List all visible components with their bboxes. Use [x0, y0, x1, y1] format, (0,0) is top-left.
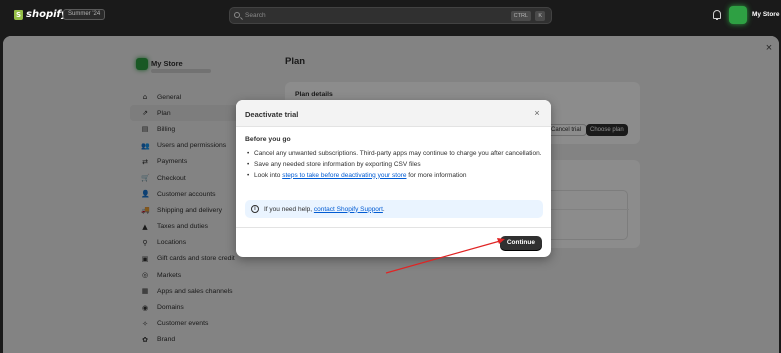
checklist: Cancel any unwanted subscriptions. Third…	[245, 149, 543, 180]
list-item: Save any needed store information by exp…	[245, 160, 543, 170]
shopify-bag-icon	[14, 9, 23, 20]
info-banner: i If you need help, contact Shopify Supp…	[245, 200, 543, 218]
modal-footer: Continue	[236, 227, 551, 257]
logo-text: shopify	[26, 9, 68, 20]
before-you-go-heading: Before you go	[245, 136, 291, 143]
shopify-logo[interactable]: shopify	[14, 9, 67, 20]
modal-title: Deactivate trial	[245, 110, 299, 119]
search-bar[interactable]: Search CTRL K	[229, 7, 552, 24]
info-text: If you need help, contact Shopify Suppor…	[264, 206, 385, 213]
search-icon	[234, 12, 240, 18]
modal-header: Deactivate trial ×	[236, 100, 551, 127]
top-bar: shopify Summer '24 Search CTRL K My Stor…	[0, 0, 781, 31]
info-suffix: .	[382, 205, 385, 213]
info-icon: i	[251, 205, 259, 213]
bullet-3-suffix: for more information	[406, 171, 467, 179]
modal-close-icon[interactable]: ×	[531, 107, 543, 119]
search-placeholder: Search	[245, 12, 266, 19]
list-item: Cancel any unwanted subscriptions. Third…	[245, 149, 543, 159]
bullet-3-prefix: Look into	[254, 171, 283, 179]
k-key-hint: K	[535, 11, 545, 21]
deactivate-trial-modal: Deactivate trial × Before you go Cancel …	[236, 100, 551, 257]
info-prefix: If you need help,	[264, 205, 314, 213]
store-avatar[interactable]	[729, 6, 747, 24]
store-menu-name[interactable]: My Store	[752, 11, 779, 18]
continue-button[interactable]: Continue	[499, 236, 542, 250]
deactivation-steps-link[interactable]: steps to take before deactivating your s…	[282, 172, 406, 179]
edition-badge[interactable]: Summer '24	[63, 9, 106, 20]
notification-bell-icon[interactable]	[713, 10, 721, 20]
ctrl-key-hint: CTRL	[510, 11, 531, 21]
contact-support-link[interactable]: contact Shopify Support	[314, 206, 383, 213]
list-item: Look into steps to take before deactivat…	[245, 171, 543, 181]
modal-body: Before you go Cancel any unwanted subscr…	[245, 136, 543, 218]
